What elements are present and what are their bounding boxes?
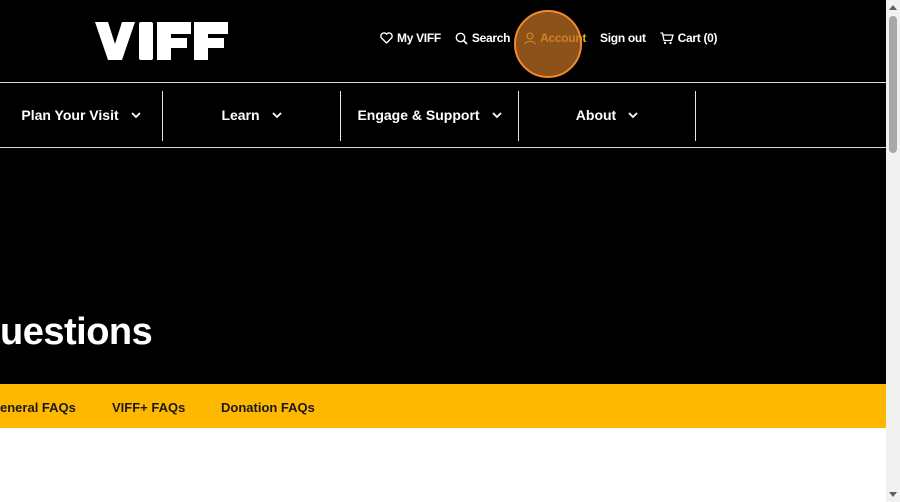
utility-nav: My VIFF Search Account Sign out Cart (0) [380, 28, 718, 48]
viff-logo[interactable] [95, 20, 229, 62]
heart-icon [380, 32, 393, 44]
tab-viff-plus-faqs[interactable]: VIFF+ FAQs [112, 400, 185, 415]
nav-item-label: About [575, 107, 617, 123]
vertical-scrollbar[interactable] [886, 0, 900, 502]
nav-about[interactable]: About [519, 83, 695, 147]
nav-divider [695, 91, 696, 141]
chevron-down-icon [628, 111, 638, 118]
chevron-down-icon [130, 111, 141, 118]
chevron-down-icon [271, 111, 282, 118]
content-area [0, 428, 886, 502]
search-icon [455, 32, 468, 45]
nav-item-label: Engage & Support [357, 107, 480, 123]
sign-out-label: Sign out [600, 31, 646, 45]
scroll-up-arrow[interactable] [889, 5, 897, 10]
nav-engage-support[interactable]: Engage & Support [341, 83, 518, 147]
account-label: Account [540, 31, 587, 45]
tab-donation-faqs[interactable]: Donation FAQs [221, 400, 315, 415]
search-link[interactable]: Search [455, 31, 510, 45]
cart-icon [660, 31, 674, 44]
page: My VIFF Search Account Sign out Cart (0)… [0, 0, 886, 502]
nav-learn[interactable]: Learn [163, 83, 340, 147]
faq-tab-strip: eneral FAQs VIFF+ FAQs Donation FAQs [0, 384, 886, 428]
cart-link[interactable]: Cart (0) [660, 31, 718, 45]
chevron-down-icon [491, 111, 502, 118]
search-label: Search [471, 31, 511, 45]
sign-out-link[interactable]: Sign out [600, 31, 646, 45]
nav-item-label: Learn [221, 107, 260, 123]
scroll-thumb[interactable] [889, 16, 897, 153]
nav-item-label: Plan Your Visit [21, 107, 119, 123]
main-nav: Plan Your Visit Learn Engage & Support A… [0, 82, 886, 148]
page-title: uestions [0, 311, 153, 353]
cart-label: Cart (0) [677, 31, 718, 45]
tab-general-faqs[interactable]: eneral FAQs [0, 400, 76, 415]
user-icon [524, 31, 536, 44]
scroll-down-arrow[interactable] [889, 492, 897, 497]
my-viff-link[interactable]: My VIFF [380, 31, 441, 45]
hero-banner: uestions [0, 148, 886, 384]
viff-logo-mark [95, 22, 228, 60]
my-viff-label: My VIFF [397, 31, 441, 45]
site-header: My VIFF Search Account Sign out Cart (0) [0, 0, 886, 82]
nav-plan-your-visit[interactable]: Plan Your Visit [0, 83, 162, 147]
account-link[interactable]: Account [524, 31, 586, 45]
